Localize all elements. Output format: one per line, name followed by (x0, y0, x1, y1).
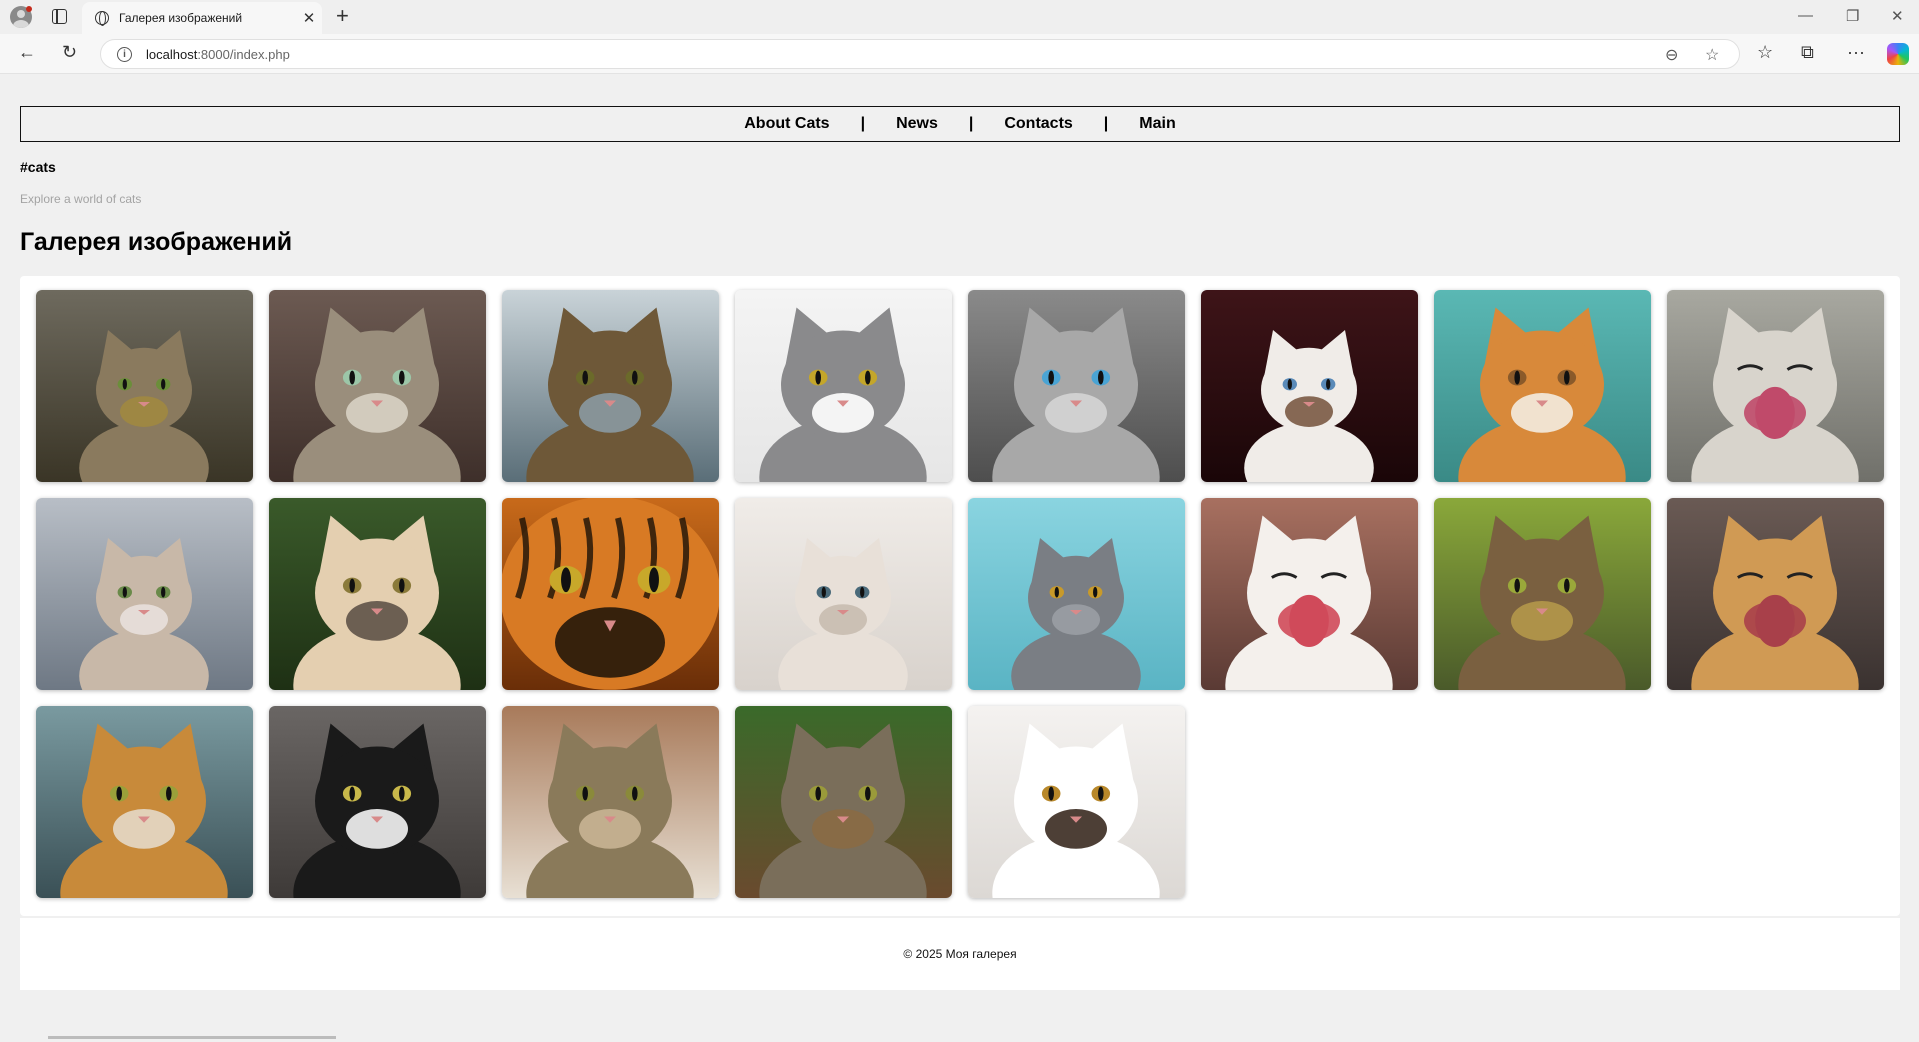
gallery-image-grey-british-kitten[interactable] (968, 498, 1185, 690)
cat-photo (36, 498, 253, 690)
nav-separator: | (1103, 115, 1109, 132)
gallery-image-tiger-face[interactable] (502, 498, 719, 690)
gallery-title: Галерея изображений (20, 228, 293, 256)
back-icon[interactable]: ← (18, 42, 36, 62)
cat-photo (968, 706, 1185, 898)
gallery-image-orange-cat-licking[interactable] (1434, 290, 1651, 482)
cat-photo (968, 290, 1185, 482)
cat-photo (968, 498, 1185, 690)
reload-icon[interactable]: ↻ (62, 42, 77, 62)
nav-about-cats[interactable]: About Cats (744, 115, 829, 133)
globe-icon (95, 11, 109, 26)
close-tab-icon[interactable]: ✕ (296, 9, 322, 27)
cat-photo (1201, 498, 1418, 690)
restore-icon[interactable]: ❐ (1846, 7, 1859, 25)
nav-main[interactable]: Main (1139, 115, 1175, 133)
gallery-image-grey-cat-blue-eyes[interactable] (968, 290, 1185, 482)
gallery-image-fluffy-ginger-cat[interactable] (36, 706, 253, 898)
horizontal-scrollbar[interactable] (48, 1036, 336, 1039)
browser-tab-title: Галерея изображений (119, 11, 243, 25)
page-footer: © 2025 Моя галерея (20, 918, 1900, 990)
cat-photo (269, 290, 486, 482)
gallery-image-yawning-cat[interactable] (1667, 290, 1884, 482)
nav-news[interactable]: News (896, 115, 938, 133)
cat-photo (269, 706, 486, 898)
browser-tab[interactable]: Галерея изображений ✕ (82, 2, 322, 34)
main-nav: About Cats | News | Contacts | Main (20, 106, 1900, 142)
address-bar[interactable]: i localhost:8000/index.php ⊖ ☆ (100, 39, 1740, 69)
url-host: localhost (146, 46, 198, 62)
gallery-image-stretching-tabby[interactable] (1434, 498, 1651, 690)
site-brand: #cats (20, 159, 56, 175)
gallery-image-black-white-cat[interactable] (269, 706, 486, 898)
nav-contacts[interactable]: Contacts (1004, 115, 1072, 133)
cat-photo (1201, 290, 1418, 482)
cat-photo (1434, 290, 1651, 482)
image-gallery (20, 276, 1900, 916)
collections-icon[interactable]: ⧉ (1801, 42, 1814, 62)
window-close-icon[interactable]: ✕ (1891, 7, 1904, 25)
browser-toolbar: ← ↻ i localhost:8000/index.php ⊖ ☆ ☆ ⧉ ·… (0, 34, 1919, 74)
gallery-image-grey-white-cat[interactable] (735, 290, 952, 482)
browser-tab-bar: Галерея изображений ✕ + — ❐ ✕ (0, 0, 1919, 34)
copilot-icon[interactable] (1887, 43, 1909, 65)
favorite-star-icon[interactable]: ☆ (1705, 45, 1719, 65)
cat-photo (1434, 498, 1651, 690)
favorites-icon[interactable]: ☆ (1757, 42, 1773, 62)
cat-photo (502, 498, 719, 690)
cat-photo (1667, 290, 1884, 482)
cat-photo (1667, 498, 1884, 690)
url-path: :8000/index.php (197, 46, 290, 62)
gallery-image-resting-tabby[interactable] (502, 706, 719, 898)
cat-photo (36, 706, 253, 898)
gallery-image-cat-by-sea[interactable] (502, 290, 719, 482)
gallery-image-cat-under-bench[interactable] (269, 498, 486, 690)
cat-photo (502, 706, 719, 898)
tab-actions-icon[interactable] (52, 9, 67, 24)
site-info-icon[interactable]: i (117, 46, 132, 62)
footer-copyright: © 2025 Моя галерея (903, 947, 1017, 961)
nav-separator: | (968, 115, 974, 132)
new-tab-icon[interactable]: + (336, 5, 349, 27)
notification-dot-icon (26, 6, 32, 12)
gallery-image-kitten-on-pillows[interactable] (36, 498, 253, 690)
nav-separator: | (860, 115, 866, 132)
cat-photo (502, 290, 719, 482)
cat-photo (269, 498, 486, 690)
gallery-image-yawning-ginger-cat[interactable] (1667, 498, 1884, 690)
cat-photo (735, 290, 952, 482)
gallery-image-tabby-kitten-on-sofa[interactable] (36, 290, 253, 482)
site-tagline: Explore a world of cats (20, 192, 142, 206)
page-content: About Cats | News | Contacts | Main #cat… (0, 74, 1919, 1042)
gallery-image-white-kitten-dark-bg[interactable] (1201, 290, 1418, 482)
minimize-icon[interactable]: — (1798, 7, 1813, 24)
gallery-image-calico-cat-lying[interactable] (968, 706, 1185, 898)
gallery-image-yawning-white-kitten[interactable] (1201, 498, 1418, 690)
cat-photo (36, 290, 253, 482)
cat-photo (735, 498, 952, 690)
gallery-image-cat-on-fence[interactable] (735, 706, 952, 898)
gallery-image-tabby-cat-green-eyes[interactable] (269, 290, 486, 482)
gallery-image-fluffy-white-kitten[interactable] (735, 498, 952, 690)
more-menu-icon[interactable]: ··· (1847, 42, 1865, 62)
zoom-icon[interactable]: ⊖ (1665, 45, 1678, 65)
cat-photo (735, 706, 952, 898)
